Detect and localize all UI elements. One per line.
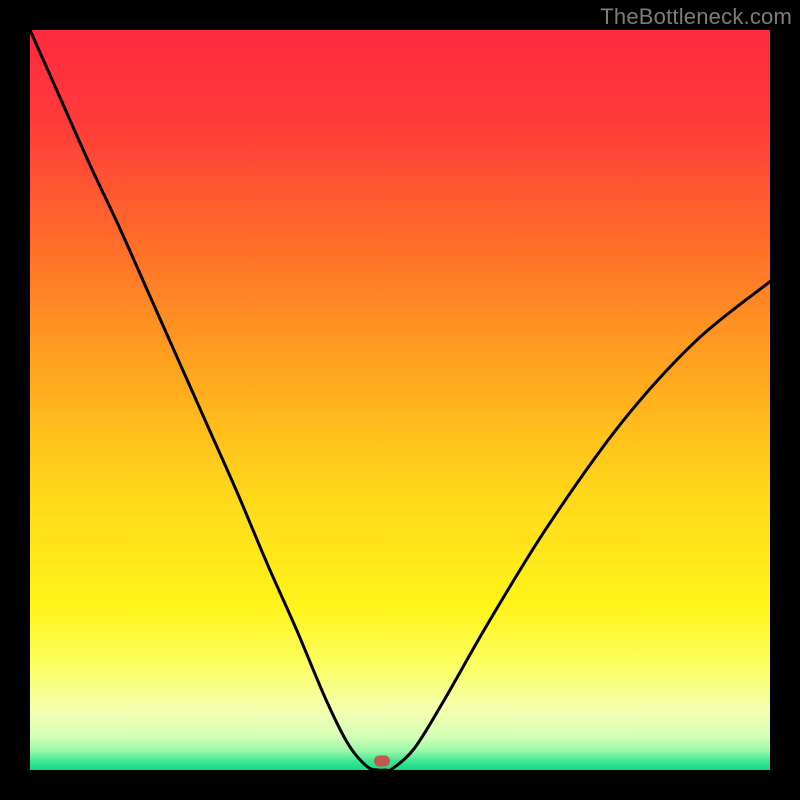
watermark-text: TheBottleneck.com	[600, 4, 792, 30]
chart-frame: TheBottleneck.com	[0, 0, 800, 800]
curve-layer	[30, 30, 770, 770]
minimum-marker	[374, 756, 390, 767]
plot-area	[30, 30, 770, 770]
bottleneck-curve	[30, 30, 770, 770]
